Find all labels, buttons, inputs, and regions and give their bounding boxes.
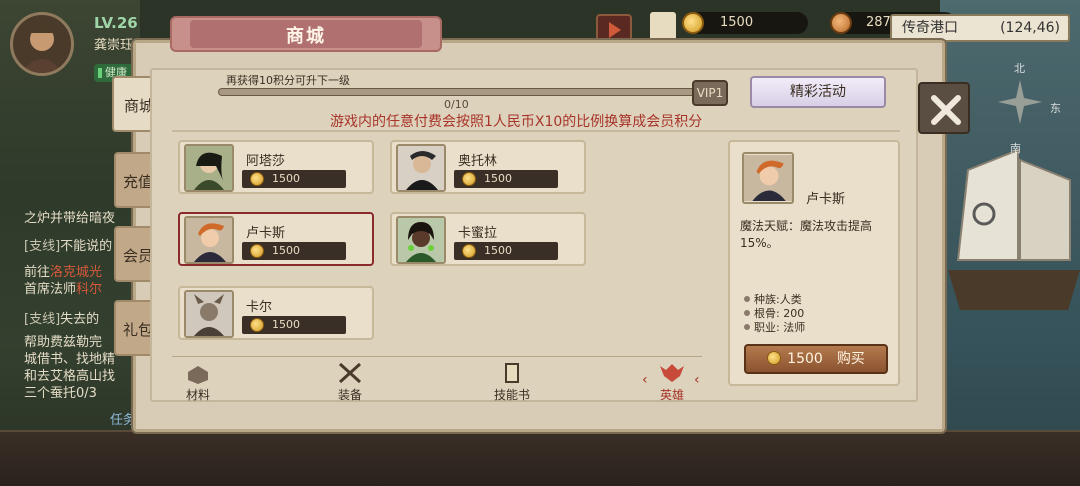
hero-job: 职业: 法师 [754,321,806,334]
gold-coin-icon [250,318,264,332]
hero-card[interactable]: 卡蜜拉 1500 [390,212,586,266]
gold-coin-icon [682,12,704,34]
bottom-bar [0,430,1080,486]
hero-portrait-karl [184,290,234,338]
hero-price: 1500 [242,242,346,260]
hero-portrait-atasha [184,144,234,192]
hero-emblem-icon [660,364,684,382]
scroll-icon [505,363,519,383]
hero-talent: 魔法天赋：魔法攻击提高15%。 [740,219,873,250]
buy-button[interactable]: 1500 购买 [744,344,888,374]
hero-price: 1500 [454,242,558,260]
dialog-title-ribbon: 商城 [170,12,442,54]
hero-card[interactable]: 奥托林 1500 [390,140,586,194]
gold-coin-icon [250,172,264,186]
tab-materials[interactable]: 材料 [168,362,228,402]
hero-detail-panel: 卢卡斯 魔法天赋：魔法攻击提高15%。 种族:人类 根骨: 200 职业: 法师… [728,140,900,386]
gold-coin-icon [462,172,476,186]
quest-line[interactable]: 帮助费兹勒完 [24,334,102,351]
player-name: 龚崇珏 [94,38,134,53]
hero-card-selected[interactable]: 卢卡斯 1500 [178,212,374,266]
hero-name: 卡尔 [246,300,273,315]
hero-card[interactable]: 卡尔 1500 [178,286,374,340]
player-level: LV.26 [94,14,138,32]
dialog-title: 商城 [286,26,326,47]
bullet-icon [744,296,750,302]
hero-portrait-camila [396,216,446,264]
progress-hint: 再获得10积分可升下一级 [226,74,350,87]
vip-level-badge: VIP1 [692,80,728,106]
bronze-coin-icon [830,12,852,34]
quest-line[interactable]: 前往洛克城光 [24,264,102,281]
hero-portrait-lucas [184,216,234,264]
vip-progress-bar [218,88,698,96]
event-button[interactable]: 精彩活动 [750,76,886,108]
document-icon[interactable] [650,12,676,42]
hero-name: 卡蜜拉 [458,226,498,241]
equipment-icon [338,362,362,384]
quest-line[interactable]: 之炉并带给暗夜 [24,210,115,227]
quest-line[interactable]: 首席法师科尔 [24,281,102,298]
chevron-left-icon: ‹ [694,372,700,388]
bullet-icon [744,310,750,316]
hero-price: 1500 [454,170,558,188]
info-text: 游戏内的任意付费会按照1人民币X10的比例换算成会员积分 [330,114,703,130]
hero-name: 奥托林 [458,154,498,169]
close-icon [931,95,961,125]
hero-detail-portrait [742,152,794,204]
quest-line[interactable]: [支线]不能说的 [24,238,112,255]
quest-line[interactable]: 和去艾格高山找 [24,368,115,385]
gold-coin-icon [250,244,264,258]
close-button[interactable] [918,82,970,134]
gold-coin-icon [767,351,782,365]
quest-line[interactable]: 三个蚕托0/3 [24,385,97,402]
quest-line[interactable]: 城借书、找地精 [24,351,115,368]
compass: 北 东 南 [990,60,1061,155]
materials-icon [188,366,208,384]
ship-image [948,148,1080,310]
hero-name: 阿塔莎 [246,154,286,169]
player-avatar[interactable] [10,12,74,76]
hero-price: 1500 [242,316,346,334]
hero-detail-name: 卢卡斯 [806,192,846,207]
bullet-icon [744,324,750,330]
divider [172,130,900,132]
gold-counter: 1500 [682,12,808,34]
quest-line[interactable]: [支线]失去的 [24,311,99,328]
hero-card[interactable]: 阿塔莎 1500 [178,140,374,194]
divider [172,356,702,357]
tab-equipment[interactable]: 装备 [320,362,380,402]
hero-name: 卢卡斯 [246,226,286,241]
progress-value: 0/10 [444,98,469,111]
location-bar[interactable]: 传奇港口 (124,46) [890,14,1070,42]
hero-portrait-otolin [396,144,446,192]
tab-heroes[interactable]: 英雄 [642,362,702,402]
tab-skillbooks[interactable]: 技能书 [482,362,542,402]
gold-coin-icon [462,244,476,258]
hero-price: 1500 [242,170,346,188]
